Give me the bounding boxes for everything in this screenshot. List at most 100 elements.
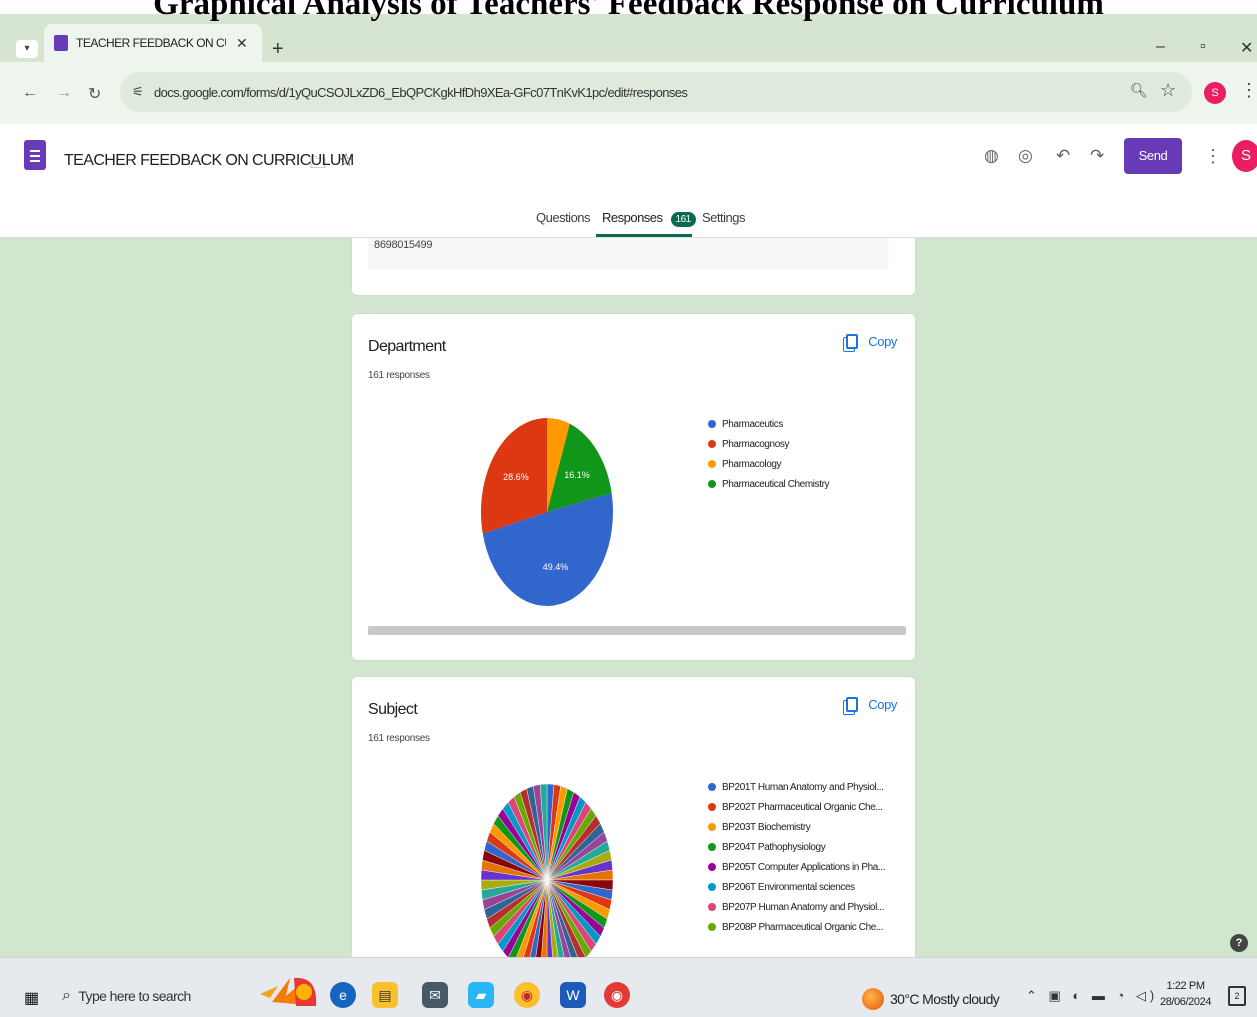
- chrome-icon[interactable]: ◉: [514, 982, 540, 1008]
- legend-item[interactable]: BP206T Environmental sciences: [708, 877, 885, 897]
- subject-question-card: Subject 161 responses Copy BP201T Human …: [351, 676, 916, 957]
- legend-label: Pharmaceutics: [722, 418, 783, 430]
- question-title: Subject: [368, 701, 418, 718]
- copy-icon: [846, 697, 859, 712]
- legend-label: BP204T Pathophysiology: [722, 841, 826, 853]
- bookmark-star-icon[interactable]: ☆: [1160, 80, 1176, 101]
- tab-close-icon[interactable]: ✕: [236, 35, 248, 52]
- horizontal-scrollbar[interactable]: [368, 626, 906, 635]
- previous-question-card: 8698015499: [351, 238, 916, 296]
- word-icon[interactable]: W: [560, 982, 586, 1008]
- subject-chart-legend: BP201T Human Anatomy and Physiol... BP202…: [708, 777, 885, 937]
- back-arrow-icon[interactable]: ←: [22, 84, 38, 102]
- restore-window-icon[interactable]: ▫: [1200, 38, 1206, 56]
- send-button[interactable]: Send: [1124, 138, 1182, 174]
- forward-arrow-icon[interactable]: →: [56, 84, 72, 102]
- forms-header: TEACHER FEEDBACK ON CURRICULUM 🗀︎ ☆ ◍ ◎ …: [0, 124, 1257, 238]
- copy-chart-button[interactable]: Copy: [846, 334, 897, 349]
- legend-item[interactable]: Pharmacology: [708, 454, 829, 474]
- url-text: docs.google.com/forms/d/1yQuCSOJLxZD6_Eb…: [154, 85, 688, 100]
- legend-item[interactable]: Pharmaceutical Chemistry: [708, 474, 830, 494]
- browser-tab-title: TEACHER FEEDBACK ON CURR: [76, 36, 226, 50]
- legend-color-swatch: [708, 923, 716, 931]
- copy-label: Copy: [868, 334, 897, 349]
- address-bar[interactable]: ⚟ docs.google.com/forms/d/1yQuCSOJLxZD6_…: [120, 72, 1192, 112]
- legend-color-swatch: [708, 440, 716, 448]
- legend-item[interactable]: BP205T Computer Applications in Pha...: [708, 857, 885, 877]
- google-forms-logo-icon[interactable]: [24, 140, 46, 170]
- search-icon: ⌕: [62, 987, 71, 1004]
- legend-item[interactable]: BP203T Biochemistry: [708, 817, 885, 837]
- legend-color-swatch: [708, 883, 716, 891]
- windows-taskbar: ▦ ⌕ Type here to search e ▤ ✉ ▰ ◉ W ◉ 30…: [0, 957, 1257, 1017]
- clock-date: 28/06/2024: [1160, 996, 1212, 1008]
- windows-start-icon[interactable]: ▦: [24, 988, 39, 1008]
- account-avatar[interactable]: S: [1232, 140, 1257, 172]
- weather-text: 30°C Mostly cloudy: [890, 991, 1000, 1007]
- responses-count-badge: 161: [670, 212, 696, 227]
- minimize-window-icon[interactable]: –: [1156, 38, 1165, 56]
- legend-color-swatch: [708, 823, 716, 831]
- copy-chart-button[interactable]: Copy: [846, 697, 897, 712]
- zoom-icon[interactable]: 🔍︎: [1130, 82, 1148, 99]
- response-count: 161 responses: [368, 370, 430, 381]
- tab-settings[interactable]: Settings: [702, 210, 745, 225]
- legend-item[interactable]: Pharmaceutics: [708, 414, 829, 434]
- legend-label: BP202T Pharmaceutical Organic Che...: [722, 801, 883, 813]
- notification-center-icon[interactable]: 2: [1228, 986, 1246, 1006]
- subject-pie-chart: [480, 783, 614, 957]
- system-tray-icons[interactable]: ⌃ ▣ ◐ ▬ ◔ ◁): [1026, 988, 1158, 1004]
- legend-label: BP205T Computer Applications in Pha...: [722, 861, 886, 873]
- reload-icon[interactable]: ↻: [88, 84, 101, 104]
- undo-icon[interactable]: ↶: [1056, 146, 1070, 166]
- legend-color-swatch: [708, 903, 716, 911]
- help-icon[interactable]: ?: [1230, 934, 1248, 952]
- browser-profile-avatar[interactable]: S: [1204, 82, 1226, 104]
- legend-item[interactable]: BP202T Pharmaceutical Organic Che...: [708, 797, 885, 817]
- redo-icon[interactable]: ↷: [1090, 146, 1104, 166]
- tab-questions[interactable]: Questions: [536, 210, 591, 225]
- mail-icon[interactable]: ✉: [422, 982, 448, 1008]
- legend-item[interactable]: BP207P Human Anatomy and Physiol...: [708, 897, 885, 917]
- close-window-icon[interactable]: ✕: [1240, 38, 1253, 58]
- copy-label: Copy: [868, 697, 897, 712]
- new-tab-icon[interactable]: +: [272, 38, 284, 61]
- search-highlight-icon[interactable]: [256, 972, 320, 1008]
- microsoft-store-icon[interactable]: ▤: [372, 982, 398, 1008]
- weather-icon: [862, 988, 884, 1010]
- site-info-icon[interactable]: ⚟: [132, 84, 144, 100]
- tab-search-chevron-icon[interactable]: ▾: [16, 40, 38, 58]
- legend-label: Pharmacology: [722, 458, 782, 470]
- legend-color-swatch: [708, 420, 716, 428]
- tab-responses[interactable]: Responses 161: [602, 210, 696, 227]
- weather-widget[interactable]: 30°C Mostly cloudy: [862, 988, 1000, 1010]
- move-to-folder-icon[interactable]: 🗀︎: [310, 152, 326, 179]
- legend-label: BP208P Pharmaceutical Organic Che...: [722, 921, 884, 933]
- star-form-icon[interactable]: ☆: [338, 150, 354, 171]
- responses-content[interactable]: 8698015499 Department 161 responses Copy…: [0, 238, 1257, 957]
- edge-browser-icon[interactable]: e: [330, 982, 356, 1008]
- more-options-icon[interactable]: ⋮: [1204, 146, 1222, 167]
- legend-item[interactable]: BP208P Pharmaceutical Organic Che...: [708, 917, 885, 937]
- legend-color-swatch: [708, 480, 716, 488]
- legend-label: BP201T Human Anatomy and Physiol...: [722, 781, 884, 793]
- browser-menu-icon[interactable]: ⋮: [1240, 80, 1257, 101]
- taskbar-clock[interactable]: 1:22 PM 28/06/2024: [1160, 978, 1211, 1010]
- taskbar-search-box[interactable]: ⌕ Type here to search: [62, 980, 262, 1012]
- file-explorer-icon[interactable]: ▰: [468, 982, 494, 1008]
- legend-color-swatch: [708, 460, 716, 468]
- legend-item[interactable]: BP204T Pathophysiology: [708, 837, 885, 857]
- customize-theme-palette-icon[interactable]: ◍: [984, 146, 999, 166]
- browser-tab[interactable]: TEACHER FEEDBACK ON CURR ✕: [44, 24, 262, 62]
- legend-label: BP206T Environmental sciences: [722, 881, 855, 893]
- active-tab-indicator: [596, 234, 692, 237]
- legend-item[interactable]: BP201T Human Anatomy and Physiol...: [708, 777, 885, 797]
- response-count: 161 responses: [368, 733, 430, 744]
- legend-label: Pharmaceutical Chemistry: [722, 478, 830, 490]
- response-answer: 8698015499: [368, 238, 888, 269]
- document-heading: Graphical Analysis of Teachers' Feedback…: [153, 0, 1104, 22]
- legend-item[interactable]: Pharmacognosy: [708, 434, 829, 454]
- preview-eye-icon[interactable]: ◎: [1018, 146, 1033, 166]
- chrome-profile-icon[interactable]: ◉: [604, 982, 630, 1008]
- tab-responses-label: Responses: [602, 210, 663, 225]
